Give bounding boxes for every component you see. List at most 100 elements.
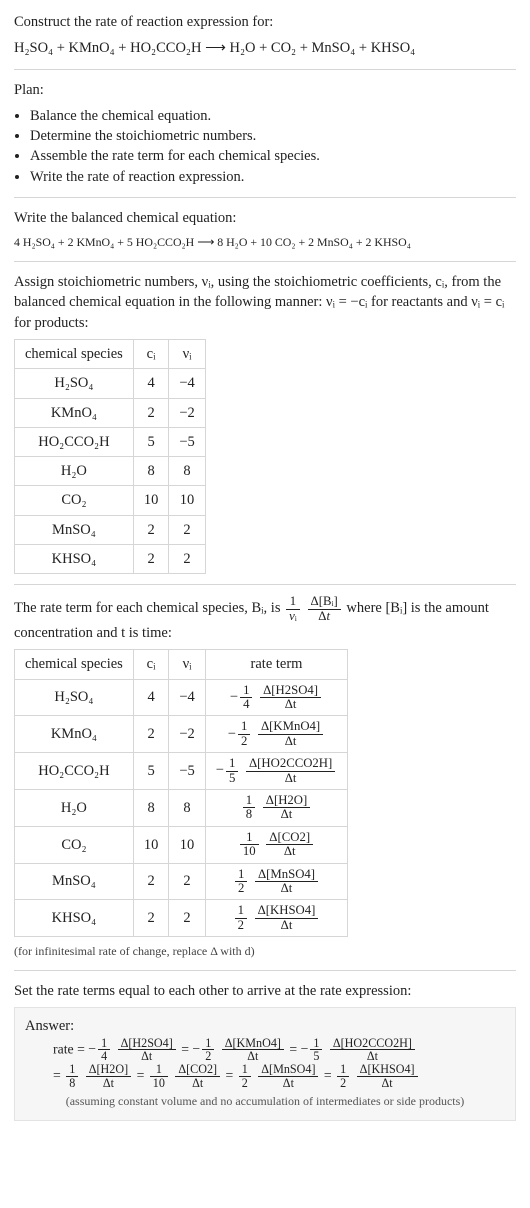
cell: HO₂CCO₂H — [15, 427, 134, 456]
divider — [14, 197, 516, 198]
plan-item: Determine the stoichiometric numbers. — [30, 126, 516, 146]
plan-item: Assemble the rate term for each chemical… — [30, 146, 516, 166]
table-row: KMnO₄2−2−12 Δ[KMnO4]Δt — [15, 716, 348, 753]
cell: H₂SO₄ — [15, 369, 134, 398]
table-row: H₂O88 — [15, 457, 206, 486]
balanced-heading: Write the balanced chemical equation: — [14, 208, 516, 228]
cell: −2 — [169, 716, 205, 753]
cell: CO₂ — [15, 486, 134, 515]
table-header-row: chemical species cᵢ νᵢ rate term — [15, 650, 348, 679]
table-row: HO₂CCO₂H5−5−15 Δ[HO2CCO2H]Δt — [15, 753, 348, 790]
rate-term-cell: 12 Δ[KHSO4]Δt — [205, 900, 347, 937]
cell: −4 — [169, 369, 205, 398]
rate-expression-products: = 18 Δ[H2O]Δt = 110 Δ[CO2]Δt = 12 Δ[MnSO… — [53, 1063, 505, 1089]
divider — [14, 261, 516, 262]
stoich-explanation: Assign stoichiometric numbers, νᵢ, using… — [14, 272, 516, 333]
col-vi: νᵢ — [169, 339, 205, 368]
col-species: chemical species — [15, 650, 134, 679]
cell: −4 — [169, 679, 205, 716]
cell: 10 — [133, 826, 169, 863]
table-header-row: chemical species cᵢ νᵢ — [15, 339, 206, 368]
col-ci: cᵢ — [133, 650, 169, 679]
rate-terms-products: 18 Δ[H2O]Δt = 110 Δ[CO2]Δt = 12 Δ[MnSO4]… — [64, 1067, 419, 1082]
cell: 10 — [169, 486, 205, 515]
rate-term-cell: 18 Δ[H2O]Δt — [205, 790, 347, 827]
cell: 4 — [133, 679, 169, 716]
answer-box: Answer: rate = −14 Δ[H2SO4]Δt = −12 Δ[KM… — [14, 1007, 516, 1121]
plan-item: Write the rate of reaction expression. — [30, 167, 516, 187]
cell: HO₂CCO₂H — [15, 753, 134, 790]
cell: H₂O — [15, 790, 134, 827]
table-row: H₂O8818 Δ[H2O]Δt — [15, 790, 348, 827]
cell: CO₂ — [15, 826, 134, 863]
infinitesimal-note: (for infinitesimal rate of change, repla… — [14, 943, 516, 960]
rate-equals: rate = — [53, 1041, 85, 1056]
plan-list: Balance the chemical equation. Determine… — [30, 106, 516, 187]
rate-term-cell: 110 Δ[CO2]Δt — [205, 826, 347, 863]
cell: 2 — [169, 544, 205, 573]
rate-term-cell: −15 Δ[HO2CCO2H]Δt — [205, 753, 347, 790]
assumption-note: (assuming constant volume and no accumul… — [25, 1093, 505, 1110]
cell: 2 — [133, 398, 169, 427]
table-row: H₂SO₄4−4 — [15, 369, 206, 398]
rate-term-text-a: The rate term for each chemical species,… — [14, 601, 280, 617]
rate-term-formula: 1νᵢ Δ[Bᵢ]Δt — [284, 601, 346, 617]
cell: 8 — [133, 457, 169, 486]
cell: 2 — [133, 716, 169, 753]
plan-item: Balance the chemical equation. — [30, 106, 516, 126]
rate-term-table: chemical species cᵢ νᵢ rate term H₂SO₄4−… — [14, 649, 348, 937]
table-row: KHSO₄2212 Δ[KHSO4]Δt — [15, 900, 348, 937]
cell: 2 — [133, 515, 169, 544]
cell: −2 — [169, 398, 205, 427]
table-row: KHSO₄22 — [15, 544, 206, 573]
table-row: CO₂1010 — [15, 486, 206, 515]
rate-term-cell: −12 Δ[KMnO4]Δt — [205, 716, 347, 753]
cell: 4 — [133, 369, 169, 398]
cell: −5 — [169, 427, 205, 456]
set-equal-text: Set the rate terms equal to each other t… — [14, 981, 516, 1001]
cell: H₂SO₄ — [15, 679, 134, 716]
cell: 8 — [169, 790, 205, 827]
cell: 2 — [169, 900, 205, 937]
cell: 10 — [133, 486, 169, 515]
table-row: MnSO₄22 — [15, 515, 206, 544]
table-row: KMnO₄2−2 — [15, 398, 206, 427]
table-row: MnSO₄2212 Δ[MnSO4]Δt — [15, 863, 348, 900]
cell: 8 — [169, 457, 205, 486]
col-ci: cᵢ — [133, 339, 169, 368]
cell: KHSO₄ — [15, 544, 134, 573]
cell: −5 — [169, 753, 205, 790]
rate-term-cell: −14 Δ[H2SO4]Δt — [205, 679, 347, 716]
problem-title: Construct the rate of reaction expressio… — [14, 12, 516, 32]
table-row: CO₂1010110 Δ[CO2]Δt — [15, 826, 348, 863]
cell: 5 — [133, 427, 169, 456]
cell: 2 — [169, 515, 205, 544]
cell: MnSO₄ — [15, 515, 134, 544]
cell: 2 — [133, 900, 169, 937]
cell: KMnO₄ — [15, 398, 134, 427]
rate-terms-reactants: −14 Δ[H2SO4]Δt = −12 Δ[KMnO4]Δt = −15 Δ[… — [88, 1041, 417, 1056]
cell: KMnO₄ — [15, 716, 134, 753]
balanced-equation: 4 H₂SO₄ + 2 KMnO₄ + 5 HO₂CCO₂H ⟶ 8 H₂O +… — [14, 234, 516, 251]
cell: 5 — [133, 753, 169, 790]
table-row: H₂SO₄4−4−14 Δ[H2SO4]Δt — [15, 679, 348, 716]
col-species: chemical species — [15, 339, 134, 368]
unbalanced-equation: H₂SO₄ + KMnO₄ + HO₂CCO₂H ⟶ H₂O + CO₂ + M… — [14, 38, 516, 58]
plan-heading: Plan: — [14, 80, 516, 100]
cell: 2 — [133, 544, 169, 573]
cell: 10 — [169, 826, 205, 863]
cell: 8 — [133, 790, 169, 827]
cell: 2 — [169, 863, 205, 900]
answer-label: Answer: — [25, 1016, 505, 1036]
col-vi: νᵢ — [169, 650, 205, 679]
rate-term-cell: 12 Δ[MnSO4]Δt — [205, 863, 347, 900]
rate-expression: rate = −14 Δ[H2SO4]Δt = −12 Δ[KMnO4]Δt =… — [53, 1037, 505, 1063]
divider — [14, 69, 516, 70]
divider — [14, 584, 516, 585]
cell: KHSO₄ — [15, 900, 134, 937]
stoich-table: chemical species cᵢ νᵢ H₂SO₄4−4 KMnO₄2−2… — [14, 339, 206, 574]
rate-term-explanation: The rate term for each chemical species,… — [14, 595, 516, 643]
table-row: HO₂CCO₂H5−5 — [15, 427, 206, 456]
divider — [14, 970, 516, 971]
col-rate-term: rate term — [205, 650, 347, 679]
